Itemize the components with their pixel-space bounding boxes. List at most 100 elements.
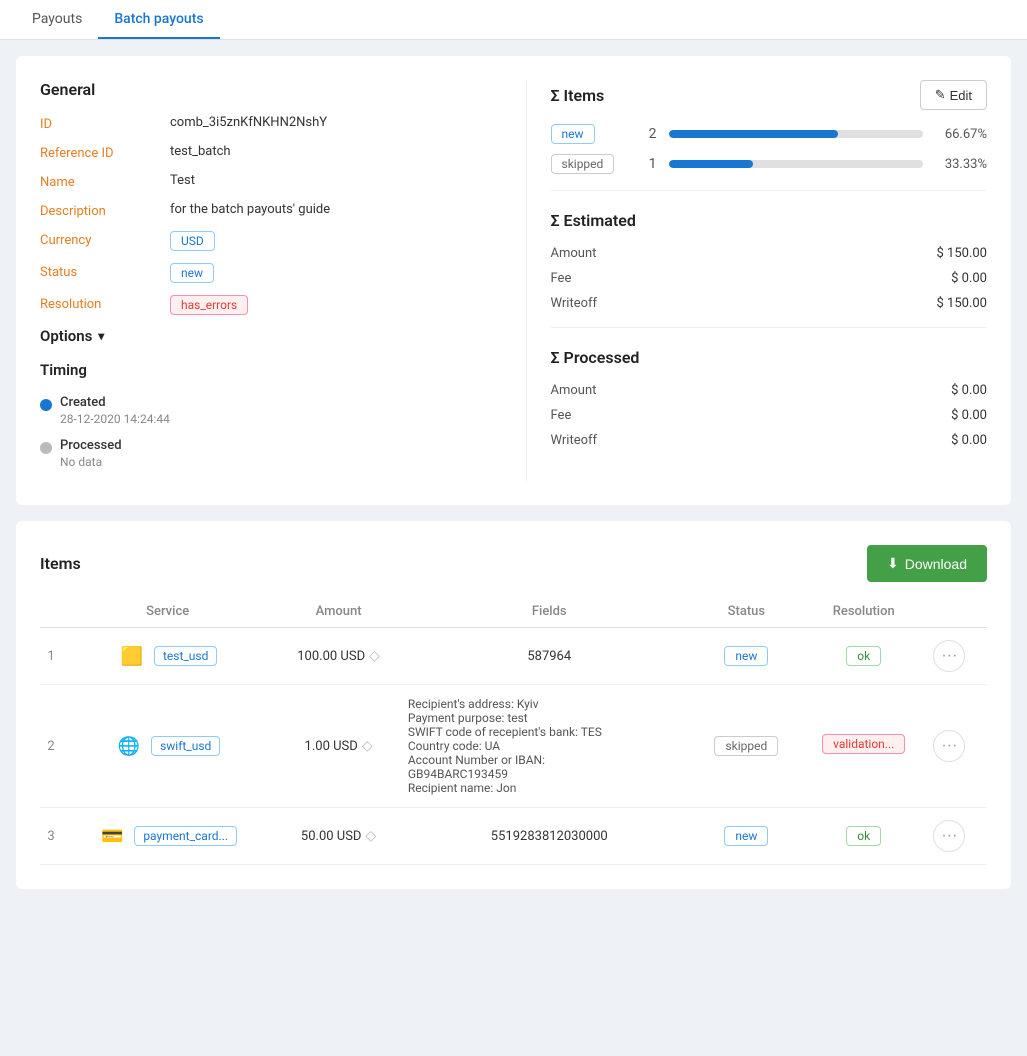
timing-text: Created28-12-2020 14:24:44: [60, 395, 170, 426]
table-row: 2🌐swift_usd1.00 USD◇Recipient's address:…: [40, 685, 987, 808]
row-resolution: validation...: [798, 685, 929, 808]
field-value: test_batch: [170, 144, 231, 159]
row-fields: Recipient's address: Kyiv Payment purpos…: [404, 685, 695, 808]
progress-bar: [669, 130, 839, 138]
field-label: Reference ID: [40, 144, 170, 161]
more-button[interactable]: ···: [933, 730, 965, 762]
timing-label: Processed: [60, 438, 122, 453]
items-table: Service Amount Fields Status Resolution …: [40, 596, 987, 865]
row-actions: ···: [929, 808, 987, 865]
field-row: IDcomb_3i5znKfNKHN2NshY: [40, 115, 502, 132]
options-chevron: ▾: [98, 329, 104, 343]
sigma-badge: new: [551, 124, 595, 144]
copy-icon[interactable]: ◇: [365, 828, 376, 844]
progress-bar: [669, 160, 754, 168]
processed-label: Fee: [551, 408, 572, 423]
row-status: skipped: [695, 685, 798, 808]
timing-title: Timing: [40, 361, 502, 379]
field-badge: has_errors: [170, 295, 248, 315]
more-button[interactable]: ···: [933, 640, 965, 672]
timing-item: Created28-12-2020 14:24:44: [40, 395, 502, 426]
resolution-badge: ok: [846, 826, 881, 846]
processed-value: $ 0.00: [951, 408, 987, 423]
sigma-row: skipped 1 33.33%: [551, 154, 988, 174]
sigma-row: new266.67%: [551, 124, 988, 144]
service-badge: swift_usd: [151, 736, 220, 756]
row-amount: 50.00 USD◇: [273, 808, 404, 865]
processed-value: $ 0.00: [951, 383, 987, 398]
tab-payouts[interactable]: Payouts: [16, 1, 98, 39]
row-amount: 100.00 USD◇: [273, 628, 404, 685]
sigma-rows: new266.67%skipped133.33%: [551, 124, 988, 174]
row-index: 2: [40, 685, 62, 808]
timing-date: No data: [60, 455, 122, 469]
service-badge: test_usd: [154, 646, 217, 666]
download-button[interactable]: ⬇ Download: [867, 545, 987, 582]
row-resolution: ok: [798, 808, 929, 865]
row-service: 🟨test_usd: [62, 628, 273, 685]
field-label: Description: [40, 202, 170, 219]
edit-icon: ✎: [935, 87, 946, 103]
row-service: 🌐swift_usd: [62, 685, 273, 808]
field-label: Name: [40, 173, 170, 190]
processed-rows: Amount$ 0.00Fee$ 0.00Writeoff$ 0.00: [551, 383, 988, 448]
copy-icon[interactable]: ◇: [362, 738, 373, 754]
col-amount: Amount: [273, 596, 404, 628]
field-label: ID: [40, 115, 170, 132]
sigma-badge-wrap: new: [551, 124, 621, 144]
timing-text: Processed No data: [60, 438, 122, 469]
field-value: has_errors: [170, 295, 248, 315]
row-service: 💳payment_card...: [62, 808, 273, 865]
row-fields: 5519283812030000: [404, 808, 695, 865]
table-header-row: Service Amount Fields Status Resolution: [40, 596, 987, 628]
col-index: [40, 596, 62, 628]
row-status: new: [695, 808, 798, 865]
copy-icon[interactable]: ◇: [369, 648, 380, 664]
general-section: General IDcomb_3i5znKfNKHN2NshYReference…: [40, 80, 502, 481]
more-button[interactable]: ···: [933, 820, 965, 852]
row-fields: 587964: [404, 628, 695, 685]
sigma-pct: 33.33%: [935, 157, 987, 172]
estimated-row: Amount$ 150.00: [551, 246, 988, 261]
field-label: Status: [40, 263, 170, 280]
row-status: new: [695, 628, 798, 685]
items-card: Items ⬇ Download Service Amount Fields S…: [16, 521, 1011, 889]
processed-label: Writeoff: [551, 433, 598, 448]
processed-title: Σ Processed: [551, 348, 988, 367]
status-badge: skipped: [714, 736, 778, 756]
edit-label: Edit: [950, 88, 972, 103]
estimated-label: Writeoff: [551, 296, 598, 311]
tab-batch-payouts[interactable]: Batch payouts: [98, 1, 219, 39]
timing-section: Timing Created28-12-2020 14:24:44 Process…: [40, 361, 502, 469]
estimated-row: Fee$ 0.00: [551, 271, 988, 286]
estimated-label: Amount: [551, 246, 597, 261]
sigma-badge: skipped: [551, 154, 615, 174]
sigma-count: 1: [633, 156, 657, 172]
edit-button[interactable]: ✎ Edit: [920, 80, 987, 110]
processed-row: Writeoff$ 0.00: [551, 433, 988, 448]
top-card: General IDcomb_3i5znKfNKHN2NshYReference…: [16, 56, 1011, 505]
col-status: Status: [695, 596, 798, 628]
table-row: 3💳payment_card...50.00 USD◇5519283812030…: [40, 808, 987, 865]
timing-item: Processed No data: [40, 438, 502, 469]
field-row: NameTest: [40, 173, 502, 190]
items-section-header: Items ⬇ Download: [40, 545, 987, 582]
options-row[interactable]: Options ▾: [40, 327, 502, 345]
field-row: Statusnew: [40, 263, 502, 283]
field-value: comb_3i5znKfNKHN2NshY: [170, 115, 327, 130]
progress-bar-wrap: [669, 160, 924, 168]
row-index: 1: [40, 628, 62, 685]
field-row: Resolutionhas_errors: [40, 295, 502, 315]
resolution-badge: validation...: [822, 734, 905, 754]
sigma-count: 2: [633, 126, 657, 142]
status-badge: new: [724, 826, 768, 846]
field-row: Descriptionfor the batch payouts' guide: [40, 202, 502, 219]
main-content: General IDcomb_3i5znKfNKHN2NshYReference…: [0, 40, 1027, 921]
row-amount: 1.00 USD◇: [273, 685, 404, 808]
field-value: Test: [170, 173, 195, 188]
timing-items: Created28-12-2020 14:24:44 Processed No da…: [40, 395, 502, 469]
status-badge: new: [724, 646, 768, 666]
field-value: new: [170, 263, 214, 283]
sigma-badge-wrap: skipped: [551, 154, 621, 174]
estimated-row: Writeoff$ 150.00: [551, 296, 988, 311]
